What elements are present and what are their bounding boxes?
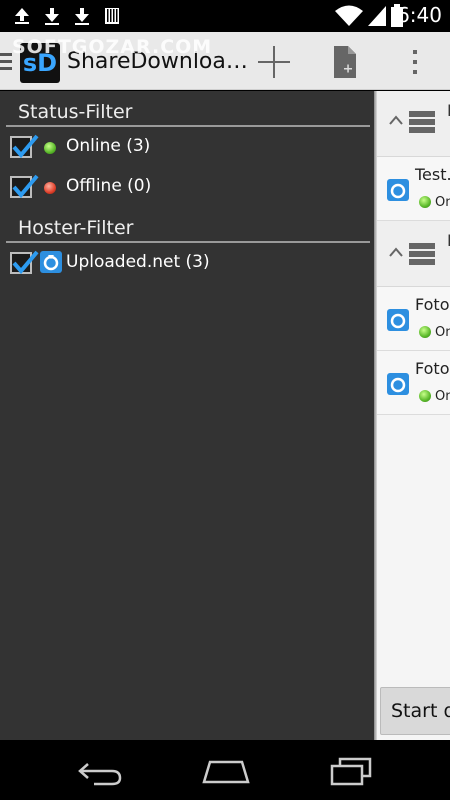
checkmark-icon — [12, 174, 39, 199]
drawer-indicator-icon[interactable] — [0, 53, 12, 74]
chevron-up-icon[interactable] — [389, 115, 403, 125]
uploaded-icon — [387, 309, 409, 331]
clock: 6:40 — [397, 3, 442, 27]
uploaded-icon — [387, 179, 409, 201]
file-name: Foto — [415, 359, 450, 378]
filter-item-uploaded[interactable]: Uploaded.net (3) — [10, 246, 360, 282]
recents-icon[interactable] — [328, 756, 376, 786]
plus-icon[interactable] — [252, 40, 296, 84]
online-status-icon — [419, 390, 431, 402]
filter-item-online[interactable]: Online (3) — [10, 130, 360, 166]
server-icon — [409, 243, 435, 265]
online-status-icon — [419, 326, 431, 338]
file-status: On — [435, 389, 450, 404]
home-icon[interactable] — [200, 756, 252, 786]
download-icon — [45, 8, 59, 25]
start-download-label: Start d — [391, 700, 450, 722]
upload-icon — [15, 8, 29, 24]
offline-checkbox[interactable] — [10, 174, 39, 199]
filter-drawer: Status-Filter Online (3) Offline (0) Hos… — [0, 91, 374, 740]
start-download-button[interactable]: Start d — [380, 687, 450, 735]
status-bar: 6:40 — [0, 0, 450, 32]
uploaded-checkbox[interactable] — [10, 250, 39, 275]
section-divider — [6, 125, 370, 127]
checkmark-icon — [12, 250, 39, 275]
file-name: Test. — [415, 165, 450, 184]
download-icon — [75, 8, 89, 25]
section-divider — [6, 241, 370, 243]
checkmark-icon — [12, 134, 39, 159]
list-item[interactable]: Foto On — [377, 351, 450, 415]
file-status: On — [435, 195, 450, 210]
navigation-bar — [0, 740, 450, 800]
list-item[interactable]: Test. On — [377, 157, 450, 221]
uploaded-icon — [40, 251, 62, 273]
file-name: Foto — [415, 295, 450, 314]
online-status-icon — [419, 196, 431, 208]
action-bar: sD ShareDownloa… SOFTGOZAR.COM — [0, 32, 450, 90]
overflow-icon[interactable] — [393, 40, 437, 84]
filter-label: Uploaded.net (3) — [66, 252, 210, 272]
group-row[interactable]: D — [377, 91, 450, 157]
new-file-icon[interactable] — [322, 40, 366, 84]
file-status: On — [435, 325, 450, 340]
chevron-up-icon[interactable] — [389, 247, 403, 257]
online-status-icon — [44, 142, 56, 154]
group-row[interactable]: F — [377, 221, 450, 287]
wifi-icon — [335, 5, 363, 26]
offline-status-icon — [44, 182, 56, 194]
filter-label: Online (3) — [66, 136, 151, 156]
filter-item-offline[interactable]: Offline (0) — [10, 170, 360, 206]
back-icon[interactable] — [76, 756, 124, 786]
signal-icon — [368, 6, 386, 26]
sd-card-icon — [105, 8, 119, 24]
watermark: SOFTGOZAR.COM — [12, 36, 213, 58]
list-item[interactable]: Foto On — [377, 287, 450, 351]
download-list: D Test. On F Foto On Foto On Start d — [374, 91, 450, 740]
hoster-filter-header: Hoster-Filter — [18, 217, 134, 239]
status-filter-header: Status-Filter — [18, 101, 133, 123]
online-checkbox[interactable] — [10, 134, 39, 159]
filter-label: Offline (0) — [66, 176, 152, 196]
uploaded-icon — [387, 373, 409, 395]
server-icon — [409, 111, 435, 133]
